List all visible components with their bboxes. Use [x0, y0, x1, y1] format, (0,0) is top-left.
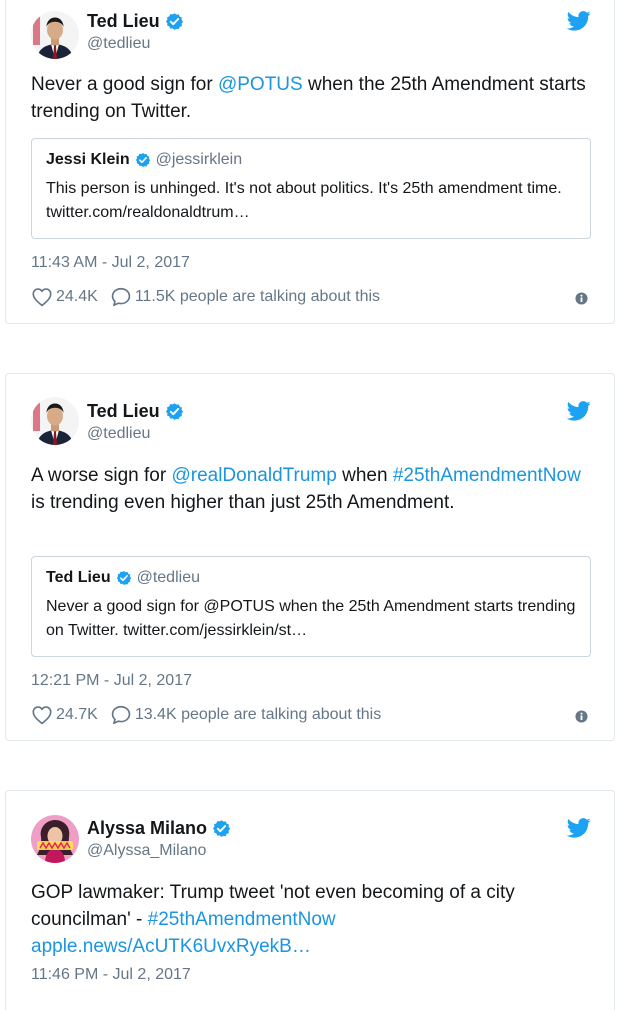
heart-icon [31, 704, 53, 726]
quote-author-handle: @jessirklein [155, 151, 243, 168]
author-handle[interactable]: @tedlieu [87, 35, 150, 53]
author-handle[interactable]: @tedlieu [87, 425, 150, 443]
reply-button[interactable]: 11.5K people are talking about this [110, 286, 380, 308]
quote-text: This person is unhinged. It's not about … [46, 180, 562, 221]
reply-button[interactable]: 13.4K people are talking about this [110, 704, 381, 726]
heart-icon [31, 286, 53, 308]
author-name[interactable]: Ted Lieu [87, 11, 160, 32]
tweet-text: A worse sign for @realDonaldTrump when #… [31, 462, 591, 516]
tweet-card[interactable]: Ted Lieu @tedlieu Never a good sign for … [5, 0, 615, 324]
quote-author-name: Ted Lieu [46, 569, 111, 586]
tweet-actions: 24.7K 13.4K people are talking about thi… [31, 704, 393, 726]
quoted-tweet[interactable]: Jessi Klein @jessirklein This person is … [31, 138, 591, 239]
verified-badge-icon [165, 402, 184, 421]
info-icon[interactable] [575, 710, 588, 723]
hashtag-link[interactable]: #25thAmendmentNow [393, 465, 581, 486]
hashtag-link[interactable]: #25thAmendmentNow [148, 909, 336, 930]
info-icon[interactable] [575, 292, 588, 305]
tweet-timestamp[interactable]: 11:43 AM - Jul 2, 2017 [31, 254, 190, 272]
mention-link[interactable]: @POTUS [218, 74, 303, 95]
mention-link[interactable]: @realDonaldTrump [171, 465, 336, 486]
text-part: A worse sign for [31, 465, 172, 486]
text-part: Never a good sign for [31, 74, 218, 95]
verified-badge-icon [212, 819, 231, 838]
quote-author-handle: @tedlieu [136, 569, 200, 586]
url-link[interactable]: apple.news/AcUTK6UvxRyekB… [31, 936, 311, 957]
twitter-bird-icon[interactable] [567, 401, 591, 421]
quote-text: Never a good sign for @POTUS when the 25… [46, 598, 576, 639]
like-count: 24.7K [56, 706, 98, 723]
text-part: is trending even higher than just 25th A… [31, 492, 455, 513]
verified-badge-icon [135, 152, 151, 168]
verified-badge-icon [165, 12, 184, 31]
author-name[interactable]: Ted Lieu [87, 401, 160, 422]
speech-bubble-icon [110, 704, 132, 726]
tweet-timestamp[interactable]: 11:46 PM - Jul 2, 2017 [31, 966, 191, 984]
twitter-bird-icon[interactable] [567, 818, 591, 838]
text-part: when [336, 465, 393, 486]
quoted-tweet[interactable]: Ted Lieu @tedlieu Never a good sign for … [31, 556, 591, 657]
tweet-text: Never a good sign for @POTUS when the 25… [31, 71, 591, 125]
tweet-actions: 24.4K 11.5K people are talking about thi… [31, 286, 392, 308]
tweet-text: GOP lawmaker: Trump tweet 'not even beco… [31, 879, 591, 960]
tweet-timestamp[interactable]: 12:21 PM - Jul 2, 2017 [31, 672, 192, 690]
talking-count: 13.4K people are talking about this [134, 706, 382, 723]
speech-bubble-icon [110, 286, 132, 308]
author-handle[interactable]: @Alyssa_Milano [87, 842, 206, 860]
like-button[interactable]: 24.7K [31, 704, 98, 726]
twitter-bird-icon[interactable] [567, 11, 591, 31]
quote-author-name: Jessi Klein [46, 151, 130, 168]
like-button[interactable]: 24.4K [31, 286, 98, 308]
verified-badge-icon [116, 570, 132, 586]
alyssa-avatar[interactable] [31, 815, 79, 863]
tweet-card[interactable]: Ted Lieu @tedlieu A worse sign for @real… [5, 373, 615, 741]
tedlieu-avatar[interactable] [31, 397, 79, 445]
tweet-card[interactable]: Alyssa Milano @Alyssa_Milano GOP lawmake… [5, 790, 615, 1010]
author-name[interactable]: Alyssa Milano [87, 818, 207, 839]
like-count: 24.4K [56, 288, 98, 305]
tedlieu-avatar[interactable] [31, 11, 79, 59]
talking-count: 11.5K people are talking about this [134, 288, 381, 305]
